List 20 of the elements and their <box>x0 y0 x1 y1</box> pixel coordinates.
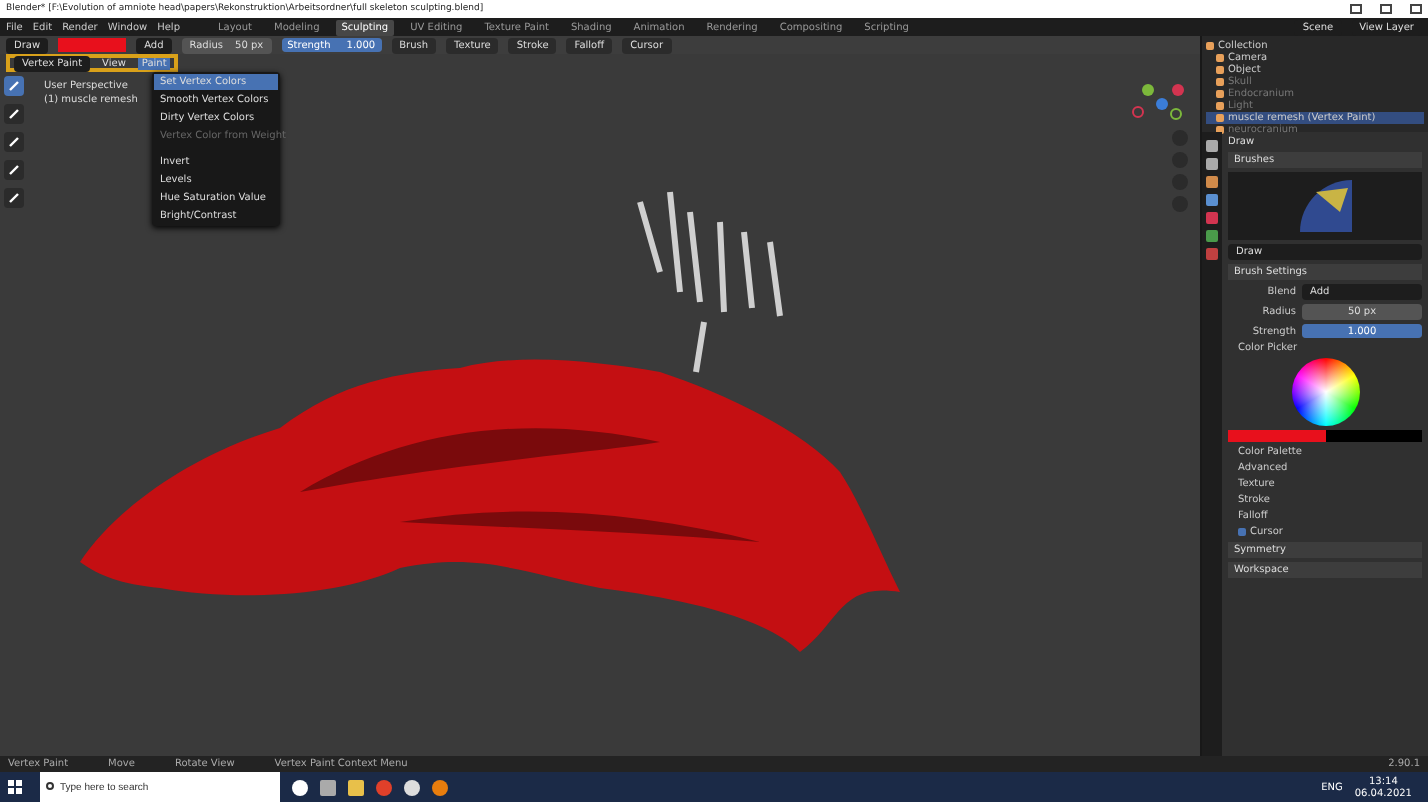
brush-thumbnail-icon <box>1295 176 1355 236</box>
blender-icon[interactable] <box>432 779 448 795</box>
checkbox[interactable] <box>1238 528 1246 536</box>
folder-icon[interactable] <box>348 779 364 795</box>
tool-button[interactable] <box>4 132 24 152</box>
search-icon <box>46 782 56 792</box>
color-swatch[interactable] <box>58 38 127 52</box>
cortana-icon[interactable] <box>292 779 308 795</box>
minimize-icon[interactable] <box>1350 4 1362 14</box>
close-icon[interactable] <box>1410 4 1422 14</box>
secondary-color-field[interactable] <box>1325 430 1422 442</box>
tool-button[interactable] <box>4 76 24 96</box>
color-field[interactable] <box>1228 430 1325 442</box>
axis-gizmo-icon <box>1128 80 1188 124</box>
tool-button[interactable] <box>4 104 24 124</box>
tool-button[interactable] <box>4 188 24 208</box>
color-wheel[interactable] <box>1291 358 1359 426</box>
task-view-icon[interactable] <box>320 779 336 795</box>
maximize-icon[interactable] <box>1380 4 1392 14</box>
tool-button[interactable] <box>4 160 24 180</box>
